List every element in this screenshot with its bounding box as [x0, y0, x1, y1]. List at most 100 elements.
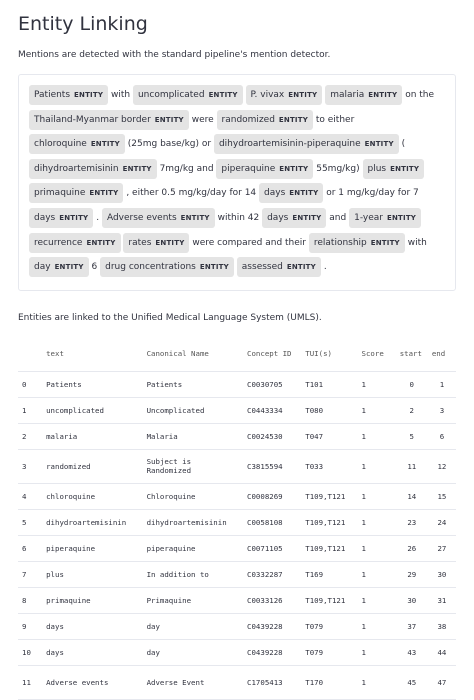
entity-text: piperaquine [221, 163, 276, 174]
entity-label: ENTITY [286, 263, 316, 272]
cell-start: 45 [395, 665, 428, 700]
plain-text: and [329, 212, 347, 223]
cell-start: 5 [395, 423, 428, 450]
cell-start: 2 [395, 397, 428, 424]
cell-concept-id: C1705413 [243, 665, 302, 700]
entity-text: Patients [34, 90, 71, 100]
cell-tuis: T101 [301, 371, 358, 398]
entity-text: P. vivax [250, 90, 285, 100]
cell-start: 30 [395, 587, 428, 614]
plain-text: on the [405, 90, 435, 100]
entity-mark: days ENTITY [262, 207, 327, 228]
plain-text: with [407, 237, 427, 248]
row-index: 11 [18, 665, 43, 700]
entity-text: primaquine [34, 188, 86, 199]
entity-text: Thailand-Myanmar border [34, 114, 151, 125]
table-caption: Entities are linked to the Unified Medic… [18, 312, 322, 323]
table-header-row: text Canonical Name Concept ID TUI(s) Sc… [18, 336, 456, 372]
column-header-end[interactable]: end [427, 336, 456, 372]
cell-end: 24 [427, 509, 456, 536]
entity-mark: dihydroartemisinin-piperaquine ENTITY [213, 134, 399, 155]
cell-concept-id: C0058108 [243, 509, 302, 536]
cell-score: 1 [357, 483, 396, 510]
column-header-text[interactable]: text [42, 336, 143, 372]
plain-text: were [191, 114, 214, 125]
entity-label: ENTITY [208, 91, 238, 99]
table-row: 5 dihydroartemisinin dihydroartemisinin C00… [18, 509, 456, 536]
row-index: 1 [18, 397, 43, 424]
row-index: 10 [18, 639, 43, 666]
row-index: 6 [18, 535, 43, 562]
column-header-tuis[interactable]: TUI(s) [301, 336, 358, 372]
entity-text: uncomplicated [137, 90, 205, 100]
entity-text: Adverse events [106, 212, 177, 223]
cell-start: 37 [395, 613, 428, 640]
cell-text: randomized [42, 449, 143, 484]
entities-table: text Canonical Name Concept ID TUI(s) Sc… [18, 336, 456, 700]
cell-score: 1 [357, 639, 396, 666]
plain-text: , either 0.5 mg/kg/day for 14 [126, 188, 257, 199]
cell-text: malaria [42, 423, 143, 450]
cell-start: 29 [395, 561, 428, 588]
cell-canonical-name: Uncomplicated [142, 397, 244, 424]
cell-canonical-name: Chloroquine [142, 483, 244, 510]
entity-mark: day ENTITY [29, 257, 89, 278]
cell-score: 1 [357, 397, 396, 424]
column-header-start[interactable]: start [395, 336, 428, 372]
table-row: 9 days day C0439228 T079 1 37 38 [18, 613, 456, 640]
cell-canonical-name: day [142, 639, 244, 666]
entity-mark: days ENTITY [259, 183, 324, 204]
plain-text: . [323, 262, 327, 273]
cell-tuis: T079 [301, 639, 358, 666]
entity-text: dihydroartemisinin-piperaquine [218, 139, 361, 150]
table-row: 11 Adverse events Adverse Event C1705413 T17… [18, 665, 456, 700]
cell-start: 14 [395, 483, 428, 510]
table-row: 0 Patients Patients C0030705 T101 1 0 1 [18, 371, 456, 398]
entity-text: rates [128, 237, 152, 248]
entity-text: recurrence [34, 237, 83, 248]
entity-label: ENTITY [288, 91, 318, 99]
cell-text: plus [42, 561, 143, 588]
plain-text: to either [315, 114, 355, 125]
cell-score: 1 [357, 449, 396, 484]
cell-tuis: T109,T121 [301, 587, 358, 614]
entity-mark: Thailand-Myanmar border ENTITY [29, 109, 189, 130]
cell-score: 1 [357, 587, 396, 614]
cell-text: chloroquine [42, 483, 143, 510]
cell-end: 44 [427, 639, 456, 666]
cell-end: 38 [427, 613, 456, 640]
cell-canonical-name: day [142, 613, 244, 640]
entity-text: plus [367, 163, 387, 174]
column-header-concept-id[interactable]: Concept ID [243, 336, 302, 372]
cell-end: 47 [427, 665, 456, 700]
column-header-canonical-name[interactable]: Canonical Name [142, 336, 244, 372]
cell-score: 1 [357, 509, 396, 536]
row-index: 4 [18, 483, 43, 510]
cell-text: piperaquine [42, 535, 143, 562]
column-header-index[interactable] [18, 336, 43, 372]
column-header-score[interactable]: Score [357, 336, 396, 372]
entity-label: ENTITY [199, 263, 229, 272]
cell-canonical-name: Adverse Event [142, 665, 244, 700]
cell-concept-id: C0439228 [243, 639, 302, 666]
plain-text: 6 [91, 262, 98, 273]
cell-canonical-name: Subject is Randomized [142, 449, 244, 484]
row-index: 2 [18, 423, 43, 450]
plain-text: with [110, 90, 131, 100]
entity-label: ENTITY [180, 213, 210, 222]
entity-mark: relationship ENTITY [308, 232, 405, 253]
entity-text: relationship [313, 237, 367, 248]
cell-tuis: T109,T121 [301, 535, 358, 562]
cell-end: 31 [427, 587, 456, 614]
entity-mark: plus ENTITY [362, 158, 425, 179]
entity-label: ENTITY [59, 213, 89, 222]
row-index: 9 [18, 613, 43, 640]
entity-mark: rates ENTITY [123, 232, 190, 253]
entity-label: ENTITY [278, 115, 308, 124]
cell-text: dihydroartemisinin [42, 509, 143, 536]
cell-start: 0 [395, 371, 428, 398]
cell-score: 1 [357, 423, 396, 450]
entity-mark: 1-year ENTITY [349, 207, 422, 228]
entity-text: randomized [221, 114, 275, 125]
plain-text: were compared and their [192, 237, 306, 248]
